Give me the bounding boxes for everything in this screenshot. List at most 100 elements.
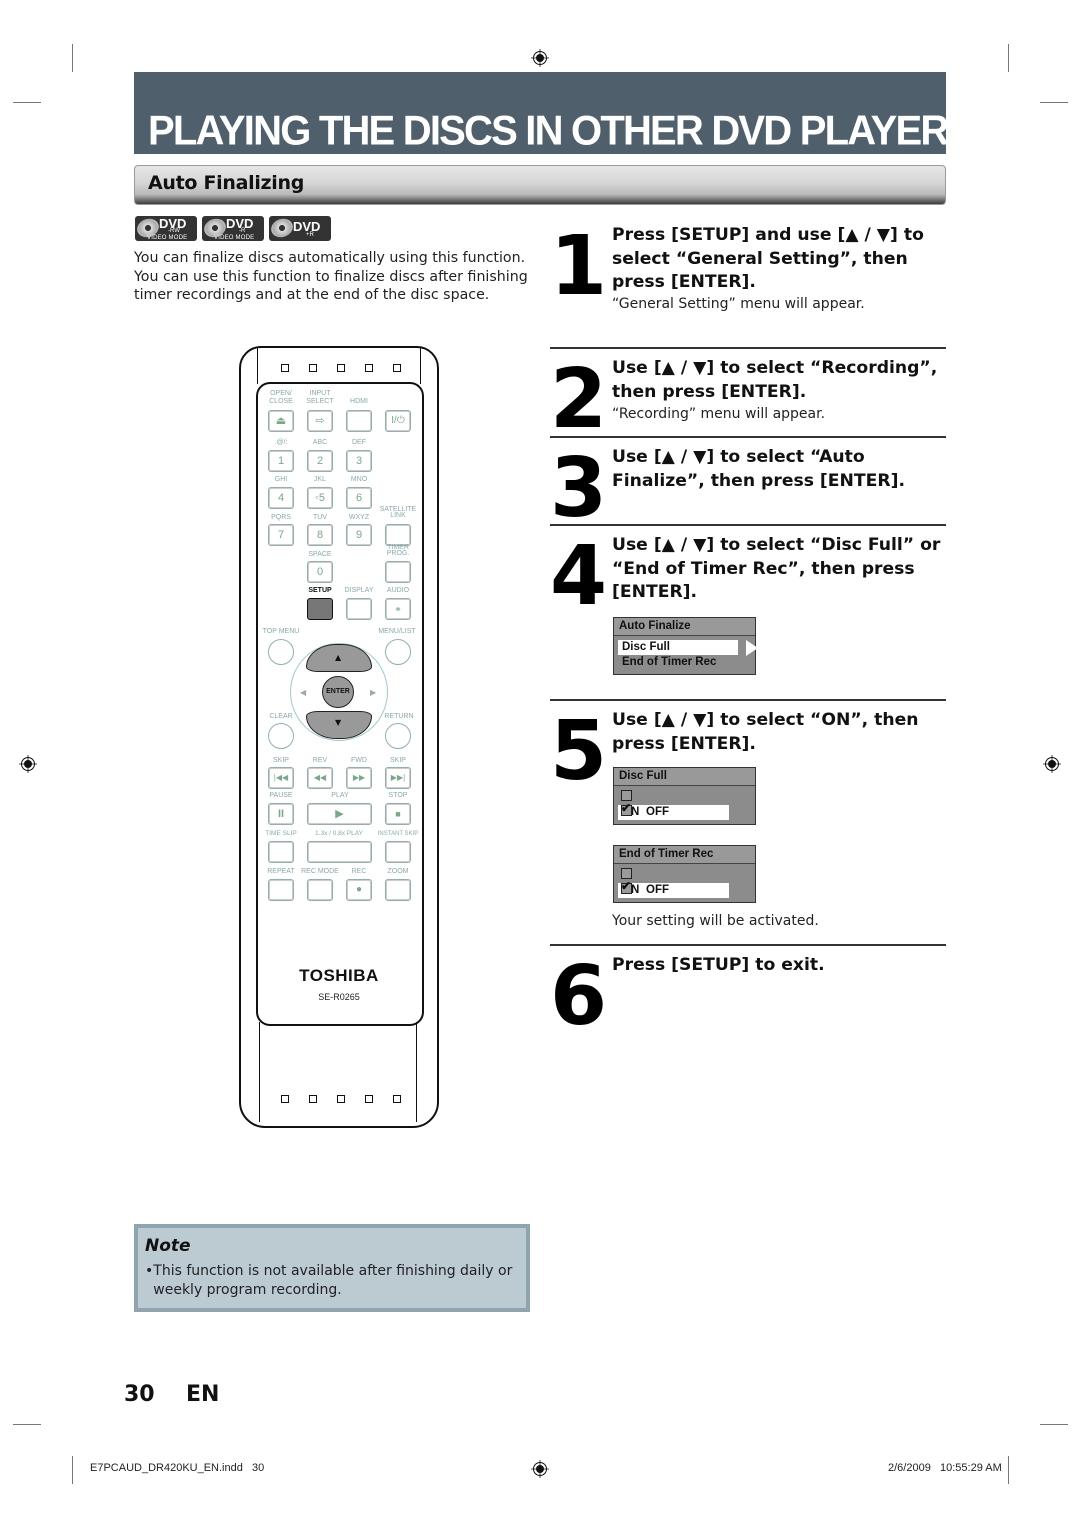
option-on[interactable]: ON: [618, 790, 751, 820]
crop-mark: [72, 1456, 73, 1484]
label-stop: STOP: [388, 792, 408, 799]
label-key-4: GHI: [274, 476, 288, 483]
model-number: SE-R0265: [318, 992, 360, 1002]
chapter-title-bar: PLAYING THE DISCS IN OTHER DVD PLAYERS: [134, 72, 974, 154]
crop-mark: [1040, 1424, 1068, 1425]
disc-full-menu: Disc Full ON OFF: [613, 767, 756, 825]
crop-mark: [13, 102, 41, 103]
key-6-button[interactable]: 6: [346, 487, 372, 509]
label-rec-mode: REC MODE: [301, 868, 339, 875]
step-divider: [550, 699, 946, 701]
option-off[interactable]: OFF: [618, 801, 751, 820]
label-key-7: PQRS: [271, 514, 291, 521]
timer-prog-button[interactable]: [385, 561, 411, 583]
menu-title: Disc Full: [614, 768, 755, 786]
key-2-button[interactable]: 2: [307, 450, 333, 472]
intro-paragraph: You can finalize discs automatically usi…: [134, 250, 528, 303]
option-off[interactable]: OFF: [618, 879, 751, 898]
rev-button[interactable]: ◀◀: [307, 767, 333, 789]
menu-list-button[interactable]: [385, 639, 411, 665]
menu-title: Auto Finalize: [614, 618, 755, 636]
label-rec: REC: [351, 868, 367, 875]
satellite-link-button[interactable]: [385, 524, 411, 546]
return-button[interactable]: [385, 723, 411, 749]
step-instruction: Use [▲ / ▼] to select “Auto Finalize”, t…: [612, 447, 905, 491]
instant-skip-button[interactable]: [385, 841, 411, 863]
menu-item-end-of-timer-rec[interactable]: End of Timer Rec: [618, 655, 751, 670]
label-input-select: INPUT SELECT: [306, 390, 334, 405]
label-display: DISPLAY: [344, 587, 374, 594]
input-select-button[interactable]: ⇨: [307, 410, 333, 432]
rec-button[interactable]: ●: [346, 879, 372, 901]
label-open-close: OPEN/ CLOSE: [269, 390, 293, 405]
time-slip-button[interactable]: [268, 841, 294, 863]
step-result: Your setting will be activated.: [612, 913, 819, 929]
key-7-button[interactable]: 7: [268, 524, 294, 546]
repeat-button[interactable]: [268, 879, 294, 901]
skip-back-button[interactable]: |◀◀: [268, 767, 294, 789]
display-button[interactable]: [346, 598, 372, 620]
key-5-button[interactable]: ◦5: [307, 487, 333, 509]
led-dot: [337, 1095, 345, 1103]
label-audio: AUDIO: [386, 587, 410, 594]
setup-button[interactable]: [307, 598, 333, 620]
key-0-button[interactable]: 0: [307, 561, 333, 583]
label-menu-list: MENU/LIST: [378, 628, 416, 635]
crop-mark: [1008, 1456, 1009, 1484]
section-header-bar: Auto Finalizing: [134, 165, 946, 205]
label-key-8: TUV: [313, 514, 327, 521]
audio-button[interactable]: ⚭: [385, 598, 411, 620]
step-instruction: Press [SETUP] to exit.: [612, 955, 825, 975]
open-close-button[interactable]: ⏏: [268, 410, 294, 432]
key-4-button[interactable]: 4: [268, 487, 294, 509]
pause-button[interactable]: II: [268, 803, 294, 825]
menu-item-disc-full[interactable]: Disc Full: [618, 640, 758, 656]
key-9-button[interactable]: 9: [346, 524, 372, 546]
step-result: “General Setting” menu will appear.: [612, 296, 865, 312]
step-instruction: Use [▲ / ▼] to select “Disc Full” or “En…: [612, 535, 941, 602]
play-button[interactable]: ▶: [307, 803, 372, 825]
file-name: E7PCAUD_DR420KU_EN.indd 30: [90, 1462, 265, 1474]
right-button[interactable]: ▶: [370, 688, 376, 697]
note-title: Note: [145, 1236, 191, 1256]
remote-bottom-section: [259, 1022, 417, 1122]
led-dot: [309, 364, 317, 372]
registration-mark-icon: [1043, 755, 1061, 773]
hdmi-button[interactable]: [346, 410, 372, 432]
badge-sub: +R: [306, 232, 314, 238]
stop-button[interactable]: ■: [385, 803, 411, 825]
dvd-r-badge: DVD -R VIDEO MODE: [202, 216, 264, 241]
fwd-button[interactable]: ▶▶: [346, 767, 372, 789]
label-fwd: FWD: [351, 757, 367, 764]
left-button[interactable]: ◀: [300, 688, 306, 697]
step-3: 3 Use [▲ / ▼] to select “Auto Finalize”,…: [550, 444, 946, 530]
enter-button[interactable]: ENTER: [322, 676, 354, 708]
label-skip-fwd: SKIP: [390, 757, 406, 764]
label-key-5: JKL: [313, 476, 327, 483]
zoom-button[interactable]: [385, 879, 411, 901]
led-dot: [393, 364, 401, 372]
step-number: 3: [550, 441, 607, 536]
dvd-plus-r-badge: DVD +R: [269, 216, 331, 241]
note-box: Note • This function is not available af…: [134, 1224, 530, 1312]
speed-play-button[interactable]: [307, 841, 372, 863]
badge-sub: -R: [239, 228, 246, 234]
step-number: 2: [550, 352, 607, 447]
label-return: RETURN: [384, 713, 414, 720]
skip-fwd-button[interactable]: ▶▶|: [385, 767, 411, 789]
led-dot: [337, 364, 345, 372]
key-8-button[interactable]: 8: [307, 524, 333, 546]
key-1-button[interactable]: 1: [268, 450, 294, 472]
crop-mark: [72, 44, 73, 72]
label-skip-back: SKIP: [273, 757, 289, 764]
top-menu-button[interactable]: [268, 639, 294, 665]
power-button[interactable]: I/⏻: [385, 410, 411, 432]
option-on[interactable]: ON: [618, 868, 751, 898]
led-dot: [365, 1095, 373, 1103]
key-3-button[interactable]: 3: [346, 450, 372, 472]
option-label: OFF: [646, 884, 669, 896]
page-language: EN: [186, 1382, 220, 1407]
clear-button[interactable]: [268, 723, 294, 749]
rec-mode-button[interactable]: [307, 879, 333, 901]
label-key-1: .@/:: [274, 439, 288, 446]
